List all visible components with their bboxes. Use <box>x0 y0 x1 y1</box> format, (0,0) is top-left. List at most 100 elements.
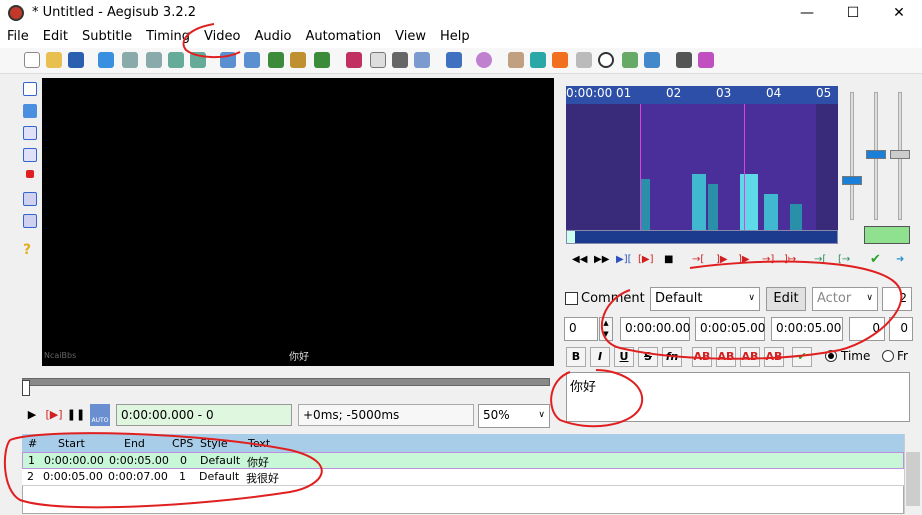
fonts-collector-icon[interactable] <box>414 52 430 68</box>
play-current-line-icon[interactable]: [▶] <box>638 254 654 265</box>
play-selection-icon[interactable]: ▶][ <box>616 254 632 265</box>
layer-spinner[interactable]: ▲ ▼ <box>599 317 613 341</box>
spellcheck-icon[interactable] <box>644 52 660 68</box>
styles-manager-icon[interactable] <box>346 52 362 68</box>
shadow-color-button[interactable]: AB <box>764 347 784 367</box>
audio-scrollbar[interactable] <box>566 230 838 244</box>
clock-icon[interactable] <box>598 52 614 68</box>
commit-icon[interactable]: ✔ <box>870 252 881 267</box>
menu-subtitle[interactable]: Subtitle <box>75 26 139 48</box>
underline-button[interactable]: U <box>614 347 634 367</box>
open-file-icon[interactable] <box>46 52 62 68</box>
grid-scroll-thumb[interactable] <box>906 452 920 506</box>
video-zoom-icon[interactable] <box>244 52 260 68</box>
duration-field[interactable]: 0:00:05.00 <box>771 317 843 341</box>
menu-audio[interactable]: Audio <box>247 26 298 48</box>
play-first-500-icon[interactable]: ]▶ <box>716 254 728 265</box>
aegisub-mascot-icon[interactable] <box>476 52 492 68</box>
attachments-icon[interactable] <box>392 52 408 68</box>
clip-tool-icon[interactable] <box>23 192 37 206</box>
bold-button[interactable]: B <box>566 347 586 367</box>
secondary-color-button[interactable]: AB <box>716 347 736 367</box>
save-file-icon[interactable] <box>68 52 84 68</box>
play-icon[interactable]: ▶ <box>22 404 42 426</box>
video-display[interactable] <box>42 78 554 366</box>
shift-times-icon[interactable] <box>576 52 592 68</box>
menu-automation[interactable]: Automation <box>298 26 388 48</box>
jump-to-icon[interactable] <box>98 52 114 68</box>
video-detach-icon[interactable] <box>220 52 236 68</box>
selection-end-line[interactable] <box>744 104 745 230</box>
pause-icon[interactable]: ❚❚ <box>66 404 86 426</box>
strikeout-button[interactable]: S <box>638 347 658 367</box>
scale-tool-icon[interactable] <box>26 170 34 178</box>
menu-help[interactable]: Help <box>433 26 477 48</box>
font-button[interactable]: fn <box>662 347 682 367</box>
commit-next-icon[interactable]: →[ <box>814 254 826 265</box>
kanji-timer-icon[interactable] <box>552 52 568 68</box>
zoom-in-icon[interactable] <box>122 52 138 68</box>
next-line-icon[interactable]: ▶▶ <box>594 254 609 265</box>
properties-icon[interactable] <box>370 52 386 68</box>
go-to-line-icon[interactable]: [→ <box>838 254 850 265</box>
keyframes-icon[interactable] <box>268 52 284 68</box>
grid-icon[interactable] <box>314 52 330 68</box>
comment-checkbox[interactable] <box>565 292 578 305</box>
frame-radio[interactable] <box>882 350 894 362</box>
primary-color-button[interactable]: AB <box>692 347 712 367</box>
menu-timing[interactable]: Timing <box>139 26 197 48</box>
table-row[interactable]: 2 0:00:05.00 0:00:07.00 1 Default 我很好 <box>22 469 904 486</box>
stop-icon[interactable]: ■ <box>664 254 673 265</box>
tag-toggle-icon[interactable] <box>698 52 714 68</box>
minimize-button[interactable]: — <box>784 0 830 26</box>
menu-file[interactable]: File <box>0 26 36 48</box>
audio-zoom-slider[interactable] <box>850 92 854 220</box>
commit-button[interactable]: ✔ <box>792 347 812 367</box>
maximize-button[interactable]: ☐ <box>830 0 876 26</box>
audio-vzoom-thumb[interactable] <box>890 150 910 159</box>
outline-color-button[interactable]: AB <box>740 347 760 367</box>
italic-button[interactable]: I <box>590 347 610 367</box>
layer-field[interactable]: 0 <box>564 317 598 341</box>
video-seek-bar[interactable] <box>22 378 550 386</box>
audio-selection[interactable] <box>640 104 816 230</box>
translation-assistant-icon[interactable] <box>622 52 638 68</box>
close-button[interactable]: ✕ <box>876 0 922 26</box>
audio-scroll-thumb[interactable] <box>567 231 575 243</box>
style-select[interactable]: Default ∨ <box>650 287 760 311</box>
audio-zoom-thumb[interactable] <box>842 176 862 185</box>
film-icon[interactable] <box>290 52 306 68</box>
effect-field[interactable]: 2 <box>882 287 912 311</box>
play-before-icon[interactable]: →[ <box>692 254 704 265</box>
rotate-z-tool-icon[interactable] <box>23 126 37 140</box>
selection-start-line[interactable] <box>640 104 641 230</box>
next-arrow-icon[interactable]: ➜ <box>896 254 904 265</box>
play-to-end-icon[interactable]: ]↦ <box>784 254 796 265</box>
timing-postprocessor-icon[interactable] <box>530 52 546 68</box>
standard-tool-icon[interactable] <box>23 82 37 96</box>
menu-edit[interactable]: Edit <box>36 26 75 48</box>
vector-clip-tool-icon[interactable] <box>23 214 37 228</box>
auto-scroll-toggle[interactable]: AUTO <box>90 404 110 426</box>
play-after-icon[interactable]: →] <box>762 254 774 265</box>
menu-view[interactable]: View <box>388 26 433 48</box>
table-row[interactable]: 1 0:00:00.00 0:00:05.00 0 Default 你好 <box>22 452 904 469</box>
margin-left-field[interactable]: 0 <box>849 317 885 341</box>
snap-end-icon[interactable] <box>190 52 206 68</box>
zoom-out-icon[interactable] <box>146 52 162 68</box>
audio-timeline[interactable]: 0:00:00 01 02 03 04 05 <box>566 86 838 104</box>
margin-right-field[interactable]: 0 <box>889 317 913 341</box>
menu-video[interactable]: Video <box>197 26 247 48</box>
rotate-xy-tool-icon[interactable] <box>23 148 37 162</box>
drag-tool-icon[interactable] <box>23 104 37 118</box>
automation-icon[interactable] <box>446 52 462 68</box>
audio-volume-thumb[interactable] <box>866 150 886 159</box>
resample-icon[interactable] <box>508 52 524 68</box>
snap-start-icon[interactable] <box>168 52 184 68</box>
prev-line-icon[interactable]: ◀◀ <box>572 254 587 265</box>
options-icon[interactable] <box>676 52 692 68</box>
aegisub-app-icon[interactable] <box>8 5 24 21</box>
help-icon[interactable]: ? <box>23 242 37 258</box>
start-time-field[interactable]: 0:00:00.00 <box>620 317 690 341</box>
video-zoom-select[interactable]: 50% ∨ <box>478 404 550 428</box>
